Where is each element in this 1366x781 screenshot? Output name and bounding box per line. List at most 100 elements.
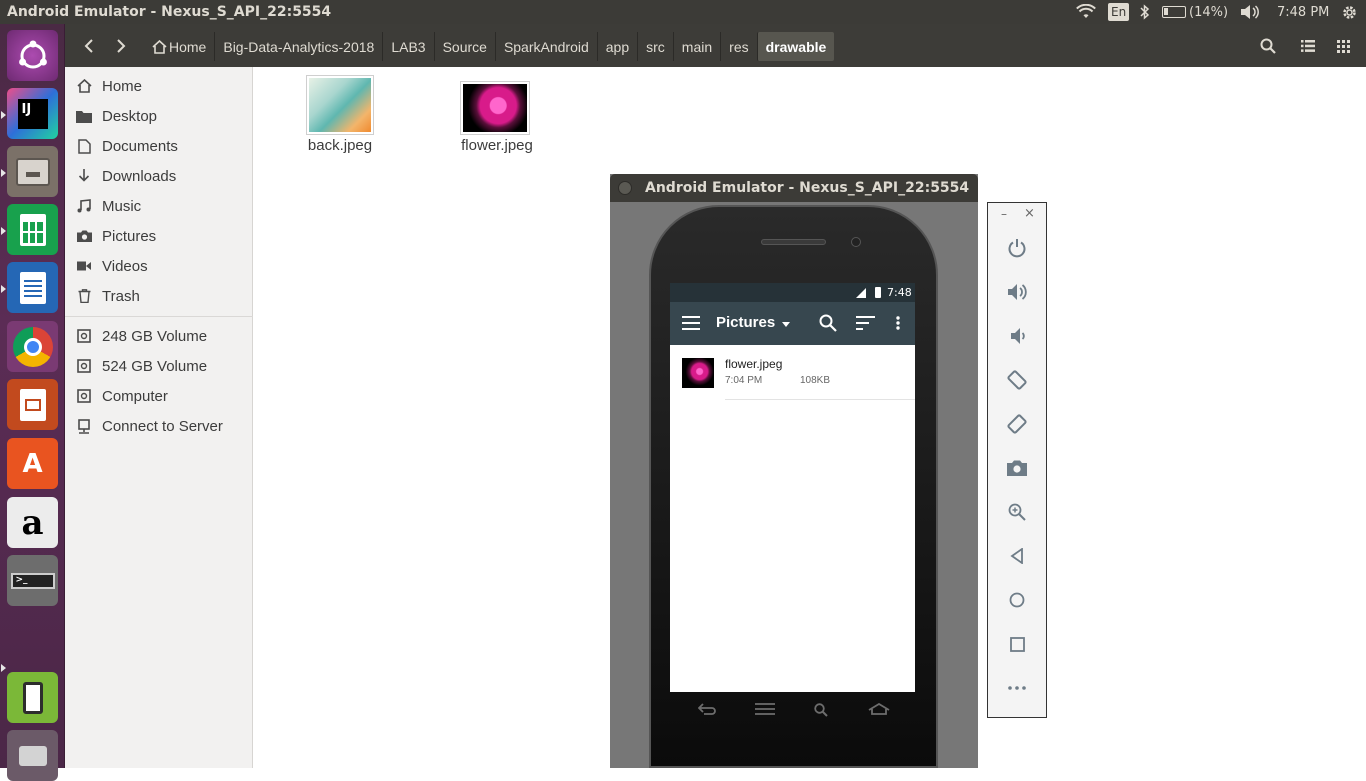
volume-icon[interactable] xyxy=(1240,0,1260,24)
thumbnail xyxy=(682,358,714,388)
chrome-icon[interactable] xyxy=(7,321,58,372)
battery-icon xyxy=(875,287,881,298)
sidebar-item-248gb-volume[interactable]: 248 GB Volume xyxy=(65,321,253,351)
sidebar-item-pictures[interactable]: Pictures xyxy=(65,221,253,251)
file-thumbnail-flower[interactable] xyxy=(460,81,530,135)
sidebar-label: Desktop xyxy=(102,107,158,125)
app-title[interactable]: Pictures xyxy=(716,314,775,331)
sidebar-item-524gb-volume[interactable]: 524 GB Volume xyxy=(65,351,253,381)
breadcrumb-src[interactable]: src xyxy=(637,32,673,61)
breadcrumb-home[interactable]: Home xyxy=(144,32,214,61)
grid-view-button[interactable] xyxy=(1328,33,1358,59)
phone-speaker xyxy=(761,239,826,245)
list-view-button[interactable] xyxy=(1293,33,1323,59)
volume-down-button[interactable] xyxy=(1002,321,1032,351)
close-icon[interactable] xyxy=(618,181,632,195)
rotate-left-icon xyxy=(1007,370,1027,390)
home-icon xyxy=(75,77,93,95)
trash-icon[interactable] xyxy=(7,730,58,781)
sidebar-item-connect-to-server[interactable]: Connect to Server xyxy=(65,411,253,441)
signal-icon xyxy=(856,288,866,298)
sidebar-item-computer[interactable]: Computer xyxy=(65,381,253,411)
sidebar-item-desktop[interactable]: Desktop xyxy=(65,101,253,131)
sidebar-label: Music xyxy=(102,197,142,215)
wifi-icon[interactable] xyxy=(1076,0,1096,24)
amazon-icon[interactable]: a xyxy=(7,497,58,548)
screenshot-button[interactable] xyxy=(1002,453,1032,483)
hw-menu-icon[interactable] xyxy=(755,703,775,719)
gear-icon[interactable] xyxy=(1341,0,1358,24)
hw-back-icon[interactable] xyxy=(697,703,716,719)
ubuntu-dash-icon[interactable] xyxy=(7,30,58,81)
menu-icon[interactable] xyxy=(682,316,700,330)
android-clock: 7:48 xyxy=(887,286,912,299)
libreoffice-impress-icon[interactable] xyxy=(7,379,58,430)
sidebar-item-documents[interactable]: Documents xyxy=(65,131,253,161)
sidebar-item-music[interactable]: Music xyxy=(65,191,253,221)
file-thumbnail-back[interactable] xyxy=(306,75,374,135)
battery-indicator[interactable]: (14%) xyxy=(1162,0,1228,24)
item-name: flower.jpeg xyxy=(725,357,783,371)
rotate-left-button[interactable] xyxy=(1002,365,1032,395)
stacked-apps-icon[interactable]: >_ xyxy=(7,555,58,606)
forward-button[interactable] xyxy=(106,33,136,59)
phone-camera xyxy=(851,237,861,247)
hw-search-icon[interactable] xyxy=(814,703,828,721)
close-icon[interactable]: × xyxy=(1024,206,1035,221)
file-manager-toolbar: Home Big-Data-Analytics-2018 LAB3 Source… xyxy=(65,24,1366,67)
chevron-right-icon xyxy=(117,39,126,53)
breadcrumb-lab3[interactable]: LAB3 xyxy=(382,32,433,61)
more-button[interactable] xyxy=(1002,673,1032,703)
breadcrumb-sparkandroid[interactable]: SparkAndroid xyxy=(494,32,597,61)
emulator-titlebar[interactable]: Android Emulator - Nexus_S_API_22:5554 xyxy=(610,174,978,202)
sort-icon[interactable] xyxy=(856,316,875,330)
bluetooth-icon[interactable] xyxy=(1140,0,1150,24)
overview-button[interactable] xyxy=(1002,629,1032,659)
overview-icon xyxy=(1009,636,1025,652)
list-divider xyxy=(725,399,915,400)
breadcrumb-source[interactable]: Source xyxy=(433,32,495,61)
android-emulator-icon[interactable] xyxy=(7,672,58,723)
ubuntu-software-icon[interactable]: A xyxy=(7,438,58,489)
file-name-back[interactable]: back.jpeg xyxy=(290,137,390,154)
list-item[interactable]: flower.jpeg 7:04 PM 108KB xyxy=(670,345,915,400)
rotate-right-button[interactable] xyxy=(1002,409,1032,439)
libreoffice-writer-icon[interactable] xyxy=(7,262,58,313)
back-button[interactable] xyxy=(74,33,104,59)
breadcrumb-app[interactable]: app xyxy=(596,32,637,61)
launcher: IJ A a >_ xyxy=(0,24,65,781)
libreoffice-calc-icon[interactable] xyxy=(7,204,58,255)
home-circle-icon xyxy=(1009,592,1025,608)
dropdown-icon[interactable] xyxy=(782,322,790,327)
back-icon xyxy=(1010,548,1023,564)
breadcrumb-main[interactable]: main xyxy=(672,32,720,61)
breadcrumb-res[interactable]: res xyxy=(720,32,756,61)
music-icon xyxy=(75,197,93,215)
sidebar-item-downloads[interactable]: Downloads xyxy=(65,161,253,191)
minimize-icon[interactable]: – xyxy=(1001,207,1007,221)
file-name-flower[interactable]: flower.jpeg xyxy=(447,137,547,154)
sidebar-item-trash[interactable]: Trash xyxy=(65,281,253,311)
breadcrumb-big-data-analytics[interactable]: Big-Data-Analytics-2018 xyxy=(214,32,382,61)
search-icon[interactable] xyxy=(819,314,837,332)
power-button[interactable] xyxy=(1002,233,1032,263)
files-icon[interactable] xyxy=(7,146,58,197)
more-vert-icon[interactable] xyxy=(896,316,900,330)
back-button[interactable] xyxy=(1002,541,1032,571)
zoom-button[interactable] xyxy=(1002,497,1032,527)
breadcrumb: Home Big-Data-Analytics-2018 LAB3 Source… xyxy=(144,32,835,61)
volume-up-button[interactable] xyxy=(1002,277,1032,307)
item-time: 7:04 PM xyxy=(725,375,763,386)
clock[interactable]: 7:48 PM xyxy=(1277,0,1329,24)
sidebar-label: 248 GB Volume xyxy=(102,327,208,345)
battery-icon xyxy=(1162,6,1186,18)
sidebar-item-videos[interactable]: Videos xyxy=(65,251,253,281)
intellij-idea-icon[interactable]: IJ xyxy=(7,88,58,139)
home-button[interactable] xyxy=(1002,585,1032,615)
hw-home-icon[interactable] xyxy=(868,702,890,719)
sidebar-item-home[interactable]: Home xyxy=(65,71,253,101)
keyboard-indicator[interactable]: En xyxy=(1108,3,1130,21)
breadcrumb-drawable[interactable]: drawable xyxy=(756,32,835,61)
camera-icon xyxy=(75,227,93,245)
search-button[interactable] xyxy=(1253,33,1283,59)
